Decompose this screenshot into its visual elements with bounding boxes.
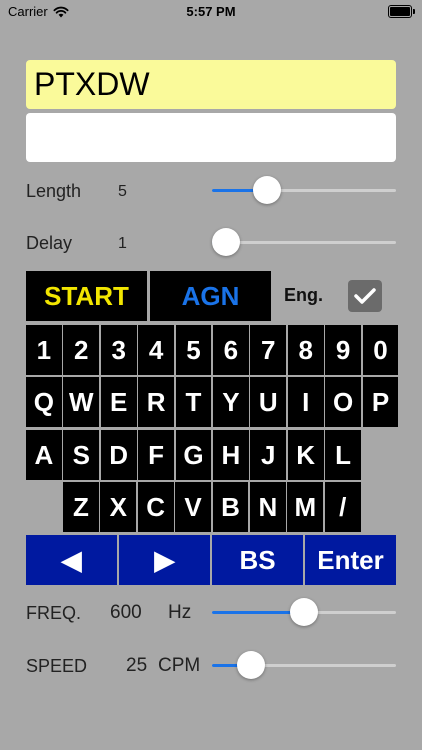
checkmark-icon <box>354 288 376 304</box>
start-button[interactable]: START <box>26 271 147 321</box>
frequency-slider[interactable] <box>212 598 396 626</box>
backspace-key[interactable]: BS <box>212 535 303 585</box>
key-9[interactable]: 9 <box>325 325 361 375</box>
key-8[interactable]: 8 <box>287 325 324 375</box>
enter-key[interactable]: Enter <box>305 535 396 585</box>
delay-slider[interactable] <box>212 228 396 256</box>
key-w[interactable]: W <box>63 377 100 427</box>
output-text-field[interactable] <box>26 113 396 162</box>
clock: 5:57 PM <box>186 4 236 19</box>
key-l[interactable]: L <box>325 430 361 480</box>
battery-icon <box>388 5 415 18</box>
key-0[interactable]: 0 <box>362 325 399 375</box>
key-c[interactable]: C <box>137 482 174 532</box>
english-mode-label: Eng. <box>284 285 323 305</box>
key-5[interactable]: 5 <box>175 325 212 375</box>
key-a[interactable]: A <box>26 430 62 480</box>
key-f[interactable]: F <box>138 430 174 480</box>
key-b[interactable]: B <box>212 482 249 532</box>
length-value: 5 <box>118 183 127 200</box>
input-text-field[interactable]: PTXDW <box>26 60 396 109</box>
status-bar: Carrier 5:57 PM <box>0 0 422 24</box>
again-button[interactable]: AGN <box>150 271 271 321</box>
slider-thumb[interactable] <box>290 598 318 626</box>
key-r[interactable]: R <box>138 377 174 427</box>
key-n[interactable]: N <box>250 482 286 532</box>
key-e[interactable]: E <box>100 377 137 427</box>
key-d[interactable]: D <box>100 430 137 480</box>
length-label: Length <box>26 181 82 201</box>
key-7[interactable]: 7 <box>250 325 287 375</box>
key-q[interactable]: Q <box>26 377 62 427</box>
key-1[interactable]: 1 <box>26 325 62 375</box>
key-3[interactable]: 3 <box>100 325 137 375</box>
key-2[interactable]: 2 <box>63 325 100 375</box>
frequency-label: FREQ. <box>26 603 82 623</box>
key-k[interactable]: K <box>287 430 324 480</box>
key-h[interactable]: H <box>213 430 249 480</box>
speed-label: SPEED <box>26 656 88 676</box>
key-x[interactable]: X <box>100 482 137 532</box>
key-slash[interactable]: / <box>324 482 361 532</box>
key-m[interactable]: M <box>287 482 324 532</box>
right-key[interactable]: ▶ <box>119 535 210 585</box>
key-i[interactable]: I <box>287 377 324 427</box>
key-6[interactable]: 6 <box>213 325 249 375</box>
frequency-value: 600 <box>110 602 142 623</box>
key-j[interactable]: J <box>250 430 287 480</box>
speed-value: 25 <box>126 655 148 676</box>
english-mode-checkbox[interactable] <box>348 280 382 312</box>
key-v[interactable]: V <box>175 482 211 532</box>
left-key[interactable]: ◀ <box>26 535 117 585</box>
delay-label: Delay <box>26 233 73 253</box>
slider-thumb[interactable] <box>212 228 240 256</box>
key-g[interactable]: G <box>175 430 212 480</box>
speed-unit: CPM <box>158 655 201 676</box>
key-4[interactable]: 4 <box>138 325 174 375</box>
speed-slider[interactable] <box>212 651 396 679</box>
key-y[interactable]: Y <box>213 377 249 427</box>
key-p[interactable]: P <box>362 377 399 427</box>
key-t[interactable]: T <box>175 377 212 427</box>
delay-value: 1 <box>118 235 127 252</box>
key-o[interactable]: O <box>325 377 361 427</box>
slider-thumb[interactable] <box>236 651 265 679</box>
length-slider[interactable] <box>212 176 396 204</box>
key-u[interactable]: U <box>250 377 287 427</box>
key-z[interactable]: Z <box>63 482 99 532</box>
frequency-unit: Hz <box>168 602 192 623</box>
slider-thumb[interactable] <box>252 176 281 204</box>
key-s[interactable]: S <box>63 430 100 480</box>
